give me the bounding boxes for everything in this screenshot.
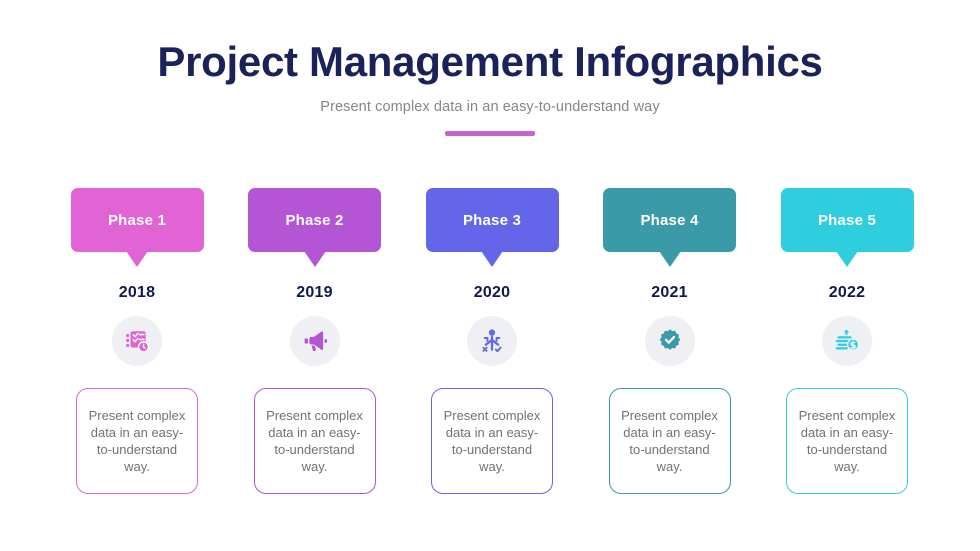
page-title: Project Management Infographics: [157, 38, 823, 85]
phase-description-card: Present complex data in an easy-to-under…: [431, 388, 553, 494]
decision-person-icon: [479, 328, 505, 354]
infographic-slide: Project Management Infographics Present …: [0, 0, 980, 551]
phase-description: Present complex data in an easy-to-under…: [798, 407, 896, 475]
accent-divider: [445, 131, 535, 137]
phase-icon-circle: [289, 316, 340, 366]
phase-banner-box: Phase 4: [603, 188, 736, 252]
phase-banner-box: Phase 3: [425, 188, 559, 252]
phase-year: 2018: [118, 284, 156, 301]
phase-banner-tail: [836, 251, 858, 267]
phase-description: Present complex data in an easy-to-under…: [88, 407, 186, 475]
phase-description: Present complex data in an easy-to-under…: [266, 407, 363, 475]
phase-banner-tail: [658, 251, 681, 267]
phase-description: Present complex data in an easy-to-under…: [443, 407, 541, 475]
money-stack-icon: [834, 328, 860, 354]
verified-badge-icon: [657, 328, 683, 354]
phase-label: Phase 5: [817, 211, 877, 229]
phase-banner[interactable]: Phase 3: [425, 188, 559, 267]
phase-year: 2020: [473, 284, 511, 301]
phase-icon-circle: [644, 316, 695, 366]
slide-header: Project Management Infographics Present …: [0, 38, 980, 137]
phase-description-card: Present complex data in an easy-to-under…: [608, 388, 731, 494]
phase-column: Phase 2 2019 Present complex data in an …: [242, 188, 388, 494]
phase-column: Phase 1 2018 Present complex data in an …: [64, 188, 210, 494]
phase-banner-tail: [303, 251, 326, 267]
phase-banner-tail: [126, 251, 148, 267]
phase-banner-box: Phase 5: [780, 188, 914, 252]
phase-column: Phase 5 2022 Present complex data in an …: [774, 188, 920, 494]
checklist-clock-icon: [124, 328, 150, 354]
phase-year: 2021: [651, 284, 688, 301]
phase-label: Phase 2: [285, 211, 344, 229]
phase-banner[interactable]: Phase 2: [248, 188, 381, 267]
phase-label: Phase 3: [462, 211, 522, 229]
phase-icon-circle: [822, 316, 872, 366]
phase-column: Phase 3 2020 Present complex data in an …: [419, 188, 565, 494]
phase-label: Phase 4: [640, 211, 699, 229]
phase-column: Phase 4 2021 Present complex data in an …: [597, 188, 743, 494]
phase-description: Present complex data in an easy-to-under…: [621, 407, 718, 475]
phase-year: 2019: [296, 284, 333, 301]
phase-label: Phase 1: [107, 211, 167, 229]
phase-year: 2022: [828, 284, 866, 301]
page-subtitle: Present complex data in an easy-to-under…: [320, 99, 660, 116]
phase-description-card: Present complex data in an easy-to-under…: [786, 388, 908, 494]
phase-columns: Phase 1 2018 Present complex data in an …: [64, 188, 920, 494]
phase-description-card: Present complex data in an easy-to-under…: [76, 388, 198, 494]
phase-banner-tail: [481, 251, 503, 267]
phase-banner-box: Phase 2: [248, 188, 381, 252]
phase-banner[interactable]: Phase 5: [780, 188, 914, 267]
phase-banner[interactable]: Phase 4: [603, 188, 736, 267]
phase-banner[interactable]: Phase 1: [70, 188, 204, 267]
phase-icon-circle: [112, 316, 162, 366]
phase-icon-circle: [467, 316, 517, 366]
phase-description-card: Present complex data in an easy-to-under…: [253, 388, 376, 494]
phase-banner-box: Phase 1: [70, 188, 204, 252]
megaphone-icon: [302, 328, 328, 354]
